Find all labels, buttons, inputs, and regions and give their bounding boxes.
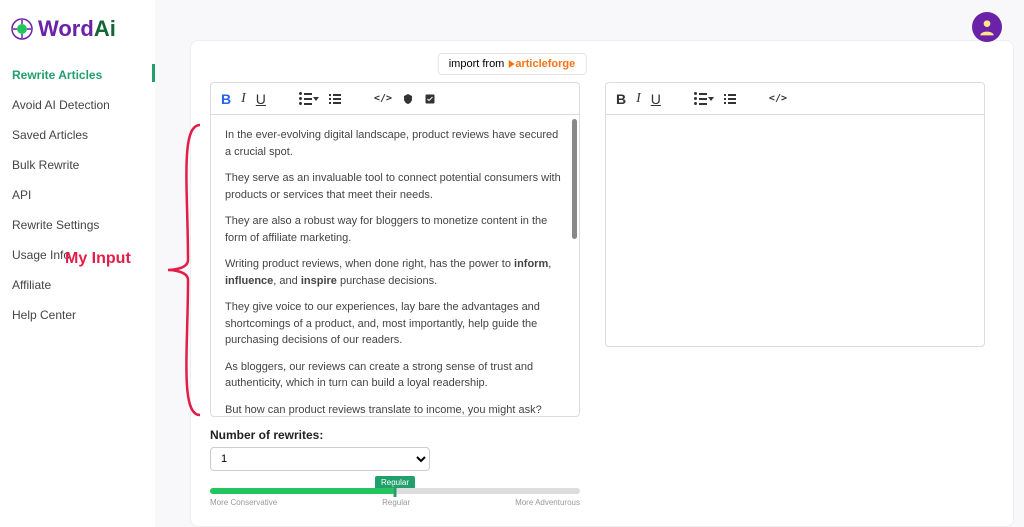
input-paragraph: But how can product reviews translate to… [225, 402, 565, 417]
bullet-list-button[interactable] [299, 92, 319, 105]
input-paragraph: They are also a robust way for bloggers … [225, 213, 565, 246]
nav-item-help-center[interactable]: Help Center [0, 300, 155, 330]
nav-item-bulk-rewrite[interactable]: Bulk Rewrite [0, 150, 155, 180]
nav-item-rewrite-articles[interactable]: Rewrite Articles [0, 60, 155, 90]
sidebar: WordAi Rewrite ArticlesAvoid AI Detectio… [0, 0, 155, 527]
logo-icon [10, 17, 34, 41]
code-button[interactable] [769, 93, 787, 104]
rewrites-select[interactable]: 1 [210, 447, 430, 471]
numbered-list-button[interactable] [724, 94, 736, 104]
input-paragraph: Writing product reviews, when done right… [225, 256, 565, 289]
input-paragraph: They give voice to our experiences, lay … [225, 299, 565, 349]
slider-label-mid: Regular [382, 498, 410, 507]
check-button[interactable] [424, 93, 436, 105]
nav-item-saved-articles[interactable]: Saved Articles [0, 120, 155, 150]
slider-label-left: More Conservative [210, 498, 277, 507]
input-editor: B I U In the ever-evolving digital lands… [210, 82, 580, 417]
protected-button[interactable] [402, 93, 414, 105]
logo: WordAi [0, 8, 155, 60]
nav-item-affiliate[interactable]: Affiliate [0, 270, 155, 300]
creativity-slider[interactable]: Regular More Conservative Regular More A… [210, 488, 580, 507]
articleforge-logo: articleforge [508, 58, 575, 70]
user-icon [977, 17, 997, 37]
slider-thumb[interactable] [394, 485, 397, 497]
input-paragraph: As bloggers, our reviews can create a st… [225, 359, 565, 392]
slider-track[interactable] [210, 488, 580, 494]
italic-button[interactable]: I [636, 91, 641, 107]
input-textarea[interactable]: In the ever-evolving digital landscape, … [211, 115, 579, 416]
rewrites-label: Number of rewrites: [210, 428, 323, 442]
nav-item-avoid-ai-detection[interactable]: Avoid AI Detection [0, 90, 155, 120]
numbered-list-button[interactable] [329, 94, 341, 104]
import-button-prefix: import from [449, 58, 505, 70]
italic-button[interactable]: I [241, 91, 246, 107]
slider-fill [210, 488, 395, 494]
underline-button[interactable]: U [256, 91, 266, 107]
output-textarea[interactable] [606, 115, 984, 346]
logo-text: WordAi [38, 16, 116, 42]
nav-item-usage-info[interactable]: Usage Info [0, 240, 155, 270]
import-from-articleforge-button[interactable]: import from articleforge [438, 53, 587, 75]
output-toolbar: B I U [606, 83, 984, 115]
slider-labels: More Conservative Regular More Adventuro… [210, 498, 580, 507]
bullet-list-button[interactable] [694, 92, 714, 105]
output-editor: B I U [605, 82, 985, 347]
bold-button[interactable]: B [616, 91, 626, 107]
input-paragraph: In the ever-evolving digital landscape, … [225, 127, 565, 160]
underline-button[interactable]: U [651, 91, 661, 107]
bold-button[interactable]: B [221, 91, 231, 107]
nav-item-rewrite-settings[interactable]: Rewrite Settings [0, 210, 155, 240]
nav-item-api[interactable]: API [0, 180, 155, 210]
input-toolbar: B I U [211, 83, 579, 115]
code-button[interactable] [374, 93, 392, 104]
slider-label-right: More Adventurous [515, 498, 580, 507]
scrollbar[interactable] [572, 119, 577, 239]
avatar[interactable] [972, 12, 1002, 42]
input-paragraph: They serve as an invaluable tool to conn… [225, 170, 565, 203]
